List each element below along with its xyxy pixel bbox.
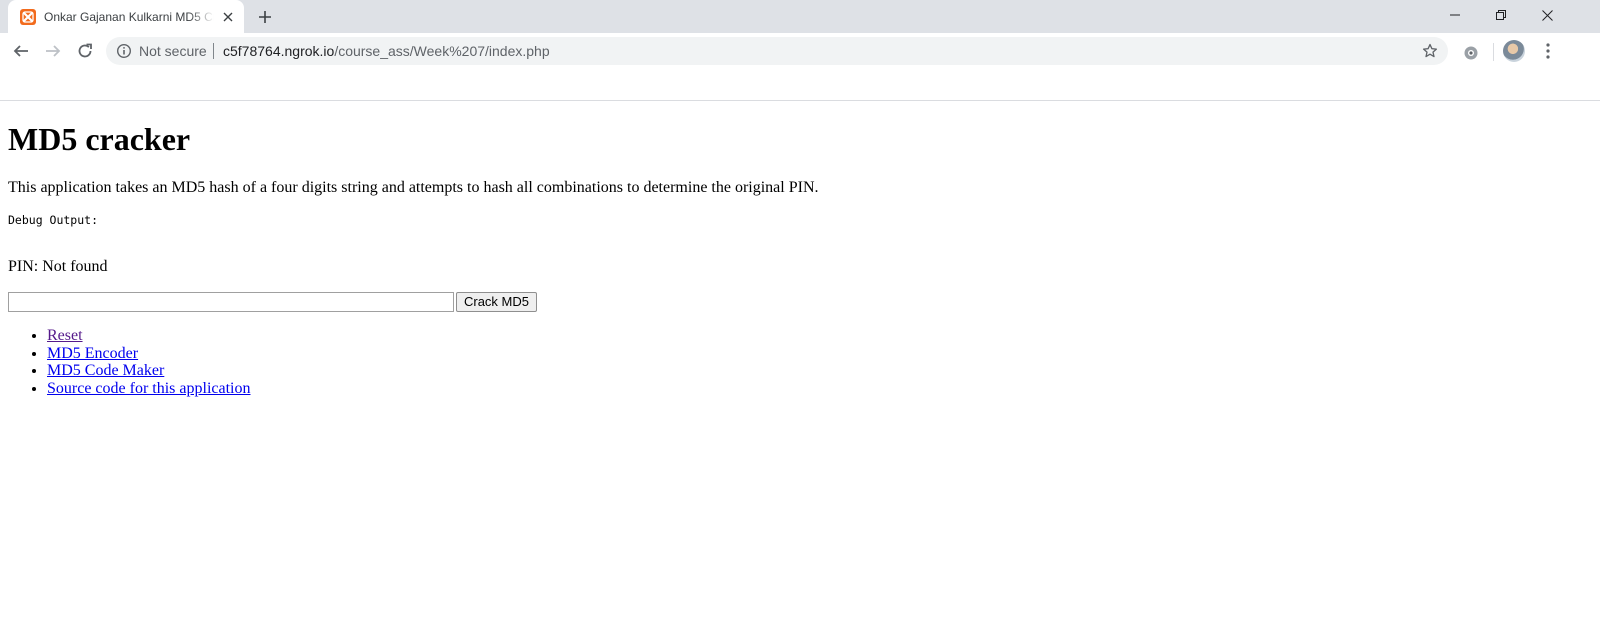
browser-toolbar: Not secure c5f78764.ngrok.io/course_ass/… — [0, 33, 1600, 69]
list-item: Reset — [47, 327, 251, 345]
url-path: /course_ass/Week%207/index.php — [334, 43, 550, 59]
close-tab-icon[interactable] — [220, 9, 236, 25]
back-arrow-icon[interactable] — [7, 37, 35, 65]
xampp-icon — [20, 9, 36, 25]
reload-icon[interactable] — [71, 37, 99, 65]
url-host: c5f78764.ngrok.io — [223, 43, 335, 59]
page-title: MD5 cracker — [8, 121, 191, 157]
tab-title: Onkar Gajanan Kulkarni MD5 Cracker — [44, 10, 214, 24]
url-text[interactable]: c5f78764.ngrok.io/course_ass/Week%207/in… — [223, 43, 550, 59]
crack-md5-button[interactable]: Crack MD5 — [456, 292, 537, 312]
restore-icon[interactable] — [1478, 0, 1524, 30]
close-window-icon[interactable] — [1524, 0, 1570, 30]
list-item: MD5 Encoder — [47, 345, 251, 363]
omnibox-divider — [213, 43, 214, 59]
page-content: MD5 cracker This application takes an MD… — [0, 101, 1600, 634]
md5-encoder-link[interactable]: MD5 Encoder — [47, 345, 138, 362]
reset-link[interactable]: Reset — [47, 327, 83, 344]
tab-strip: Onkar Gajanan Kulkarni MD5 Cracker — [0, 0, 1600, 33]
pin-result: PIN: Not found — [8, 258, 108, 275]
page-description: This application takes an MD5 hash of a … — [8, 179, 819, 196]
new-tab-icon[interactable] — [254, 6, 276, 28]
debug-output-label: Debug Output: — [8, 213, 99, 227]
security-label[interactable]: Not secure — [139, 43, 207, 59]
list-item: MD5 Code Maker — [47, 362, 251, 380]
forward-arrow-icon[interactable] — [39, 37, 67, 65]
address-bar[interactable]: Not secure c5f78764.ngrok.io/course_ass/… — [106, 37, 1448, 65]
list-item: Source code for this application — [47, 380, 251, 398]
source-code-link[interactable]: Source code for this application — [47, 380, 251, 397]
links-list: Reset MD5 Encoder MD5 Code Maker Source … — [8, 327, 251, 398]
md5-input[interactable] — [8, 292, 454, 312]
toolbar-bottom-area — [0, 69, 1600, 101]
toolbar-divider — [1493, 43, 1494, 61]
md5-code-maker-link[interactable]: MD5 Code Maker — [47, 362, 164, 379]
minimize-icon[interactable] — [1432, 0, 1478, 30]
active-tab[interactable]: Onkar Gajanan Kulkarni MD5 Cracker — [8, 0, 244, 33]
info-icon[interactable] — [116, 43, 132, 59]
profile-avatar[interactable] — [1503, 40, 1525, 62]
extension-gear-icon[interactable] — [1459, 41, 1483, 65]
kebab-menu-icon[interactable] — [1536, 39, 1560, 63]
bookmark-star-icon[interactable] — [1420, 41, 1440, 61]
